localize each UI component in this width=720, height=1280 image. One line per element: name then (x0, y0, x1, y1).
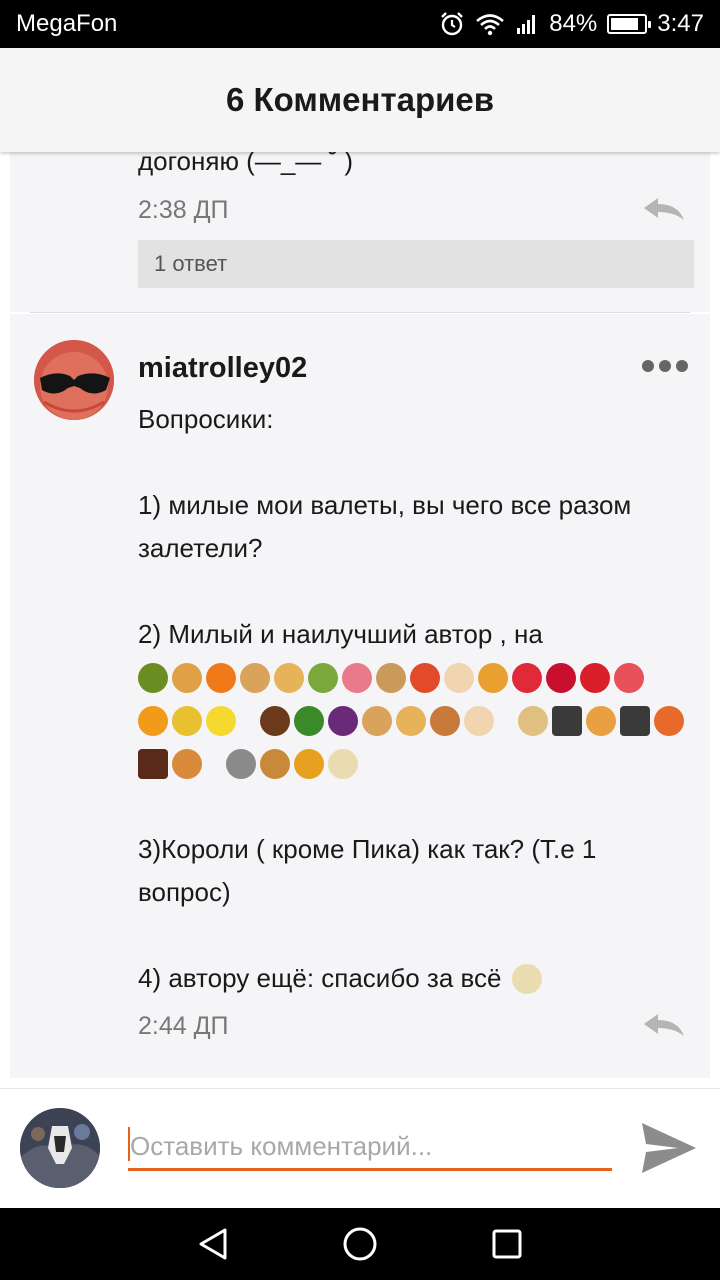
wifi-icon (475, 12, 505, 36)
paella-emoji (478, 662, 508, 693)
bento-emoji (552, 705, 582, 736)
comments-list[interactable]: догоняю (—_— ˘ ) 2:38 ДП 1 ответ miatrol… (0, 152, 720, 1088)
avatar[interactable] (34, 340, 114, 420)
kiwi-emoji (308, 662, 338, 693)
spaghetti-emoji (654, 705, 684, 736)
carrot-emoji (206, 662, 236, 693)
comment-line: Вопросики: (138, 404, 274, 434)
apple-emoji (580, 662, 610, 693)
comment-line: 4) автору ещё: спасибо за всё (138, 963, 502, 993)
comment-item: miatrolley02 Вопросики: 1) милые мои вал… (10, 314, 710, 1078)
fried-shrimp-emoji (586, 705, 616, 736)
recents-icon[interactable] (491, 1228, 523, 1260)
carrier-name: MegaFon (16, 10, 118, 37)
lemon-emoji (206, 705, 236, 736)
signal-icon (515, 12, 539, 36)
baguette-emoji (240, 662, 270, 693)
honey-pot-emoji (294, 748, 324, 779)
comment-input[interactable] (128, 1125, 612, 1171)
cherries-emoji (546, 662, 576, 693)
battery-icon (607, 14, 652, 34)
strawberry-emoji (512, 662, 542, 693)
comment-line: 2) Милый и наилучший автор , на (138, 619, 543, 649)
squid-emoji (342, 662, 372, 693)
replies-toggle[interactable]: 1 ответ (138, 240, 694, 288)
cookie-emoji (260, 748, 290, 779)
comment-divider (30, 312, 690, 313)
page-title: 6 Комментариев (225, 81, 495, 118)
pancakes-emoji (274, 662, 304, 693)
home-icon[interactable] (342, 1226, 378, 1262)
croissant-emoji (172, 662, 202, 693)
replies-count: 1 ответ (154, 251, 228, 276)
comment-time: 2:38 ДП (138, 196, 229, 224)
more-options-icon[interactable] (642, 360, 688, 372)
broccoli-emoji (294, 705, 324, 736)
champagne-glasses-emoji (328, 748, 358, 779)
shrimp-emoji (410, 662, 440, 693)
poultry-leg-emoji (430, 705, 460, 736)
clock: 3:47 (657, 10, 704, 37)
curry-rice-emoji (518, 705, 548, 736)
back-icon[interactable] (197, 1227, 229, 1261)
comment-line: 1) милые мои валеты, вы чего все разом з… (138, 490, 632, 563)
avatar (20, 1108, 100, 1188)
alarm-icon (439, 11, 465, 37)
comment-time: 2:44 ДП (138, 1012, 229, 1040)
send-icon[interactable] (640, 1121, 698, 1175)
watermelon-emoji (614, 662, 644, 693)
pancakes-emoji (396, 705, 426, 736)
chocolate-emoji (138, 748, 168, 779)
champagne-glasses-emoji (511, 963, 542, 994)
eggplant-emoji (328, 705, 358, 736)
battery-percent: 84% (549, 10, 598, 37)
comment-body: Вопросики: 1) милые мои валеты, вы чего … (138, 398, 694, 1000)
comment-item: догоняю (—_— ˘ ) 2:38 ДП 1 ответ (10, 152, 710, 312)
food-emoji-row (138, 699, 694, 742)
comments-header: 6 Комментариев (0, 48, 720, 152)
comment-composer (0, 1088, 720, 1208)
food-emoji-row (138, 656, 694, 699)
comment-text: догоняю (—_— ˘ ) (138, 152, 354, 176)
reply-icon[interactable] (642, 1012, 686, 1038)
text-caret (128, 1127, 130, 1161)
pie-emoji (172, 748, 202, 779)
comment-line: 3)Короли ( кроме Пика) как так? (Т.е 1 в… (138, 834, 597, 907)
reply-icon[interactable] (642, 196, 686, 222)
chestnut-emoji (260, 705, 290, 736)
food-emoji-row (138, 742, 694, 785)
tangerine-emoji (138, 705, 168, 736)
egg-emoji (464, 705, 494, 736)
burrito-emoji (376, 662, 406, 693)
egg-emoji (444, 662, 474, 693)
avocado-emoji (138, 662, 168, 693)
baguette-emoji (362, 705, 392, 736)
bento-emoji (620, 705, 650, 736)
status-bar: MegaFon 84% 3:47 (0, 0, 720, 48)
system-nav-bar (0, 1208, 720, 1280)
comment-author[interactable]: miatrolley02 (138, 352, 307, 385)
coffee-emoji (226, 748, 256, 779)
pineapple-emoji (172, 705, 202, 736)
